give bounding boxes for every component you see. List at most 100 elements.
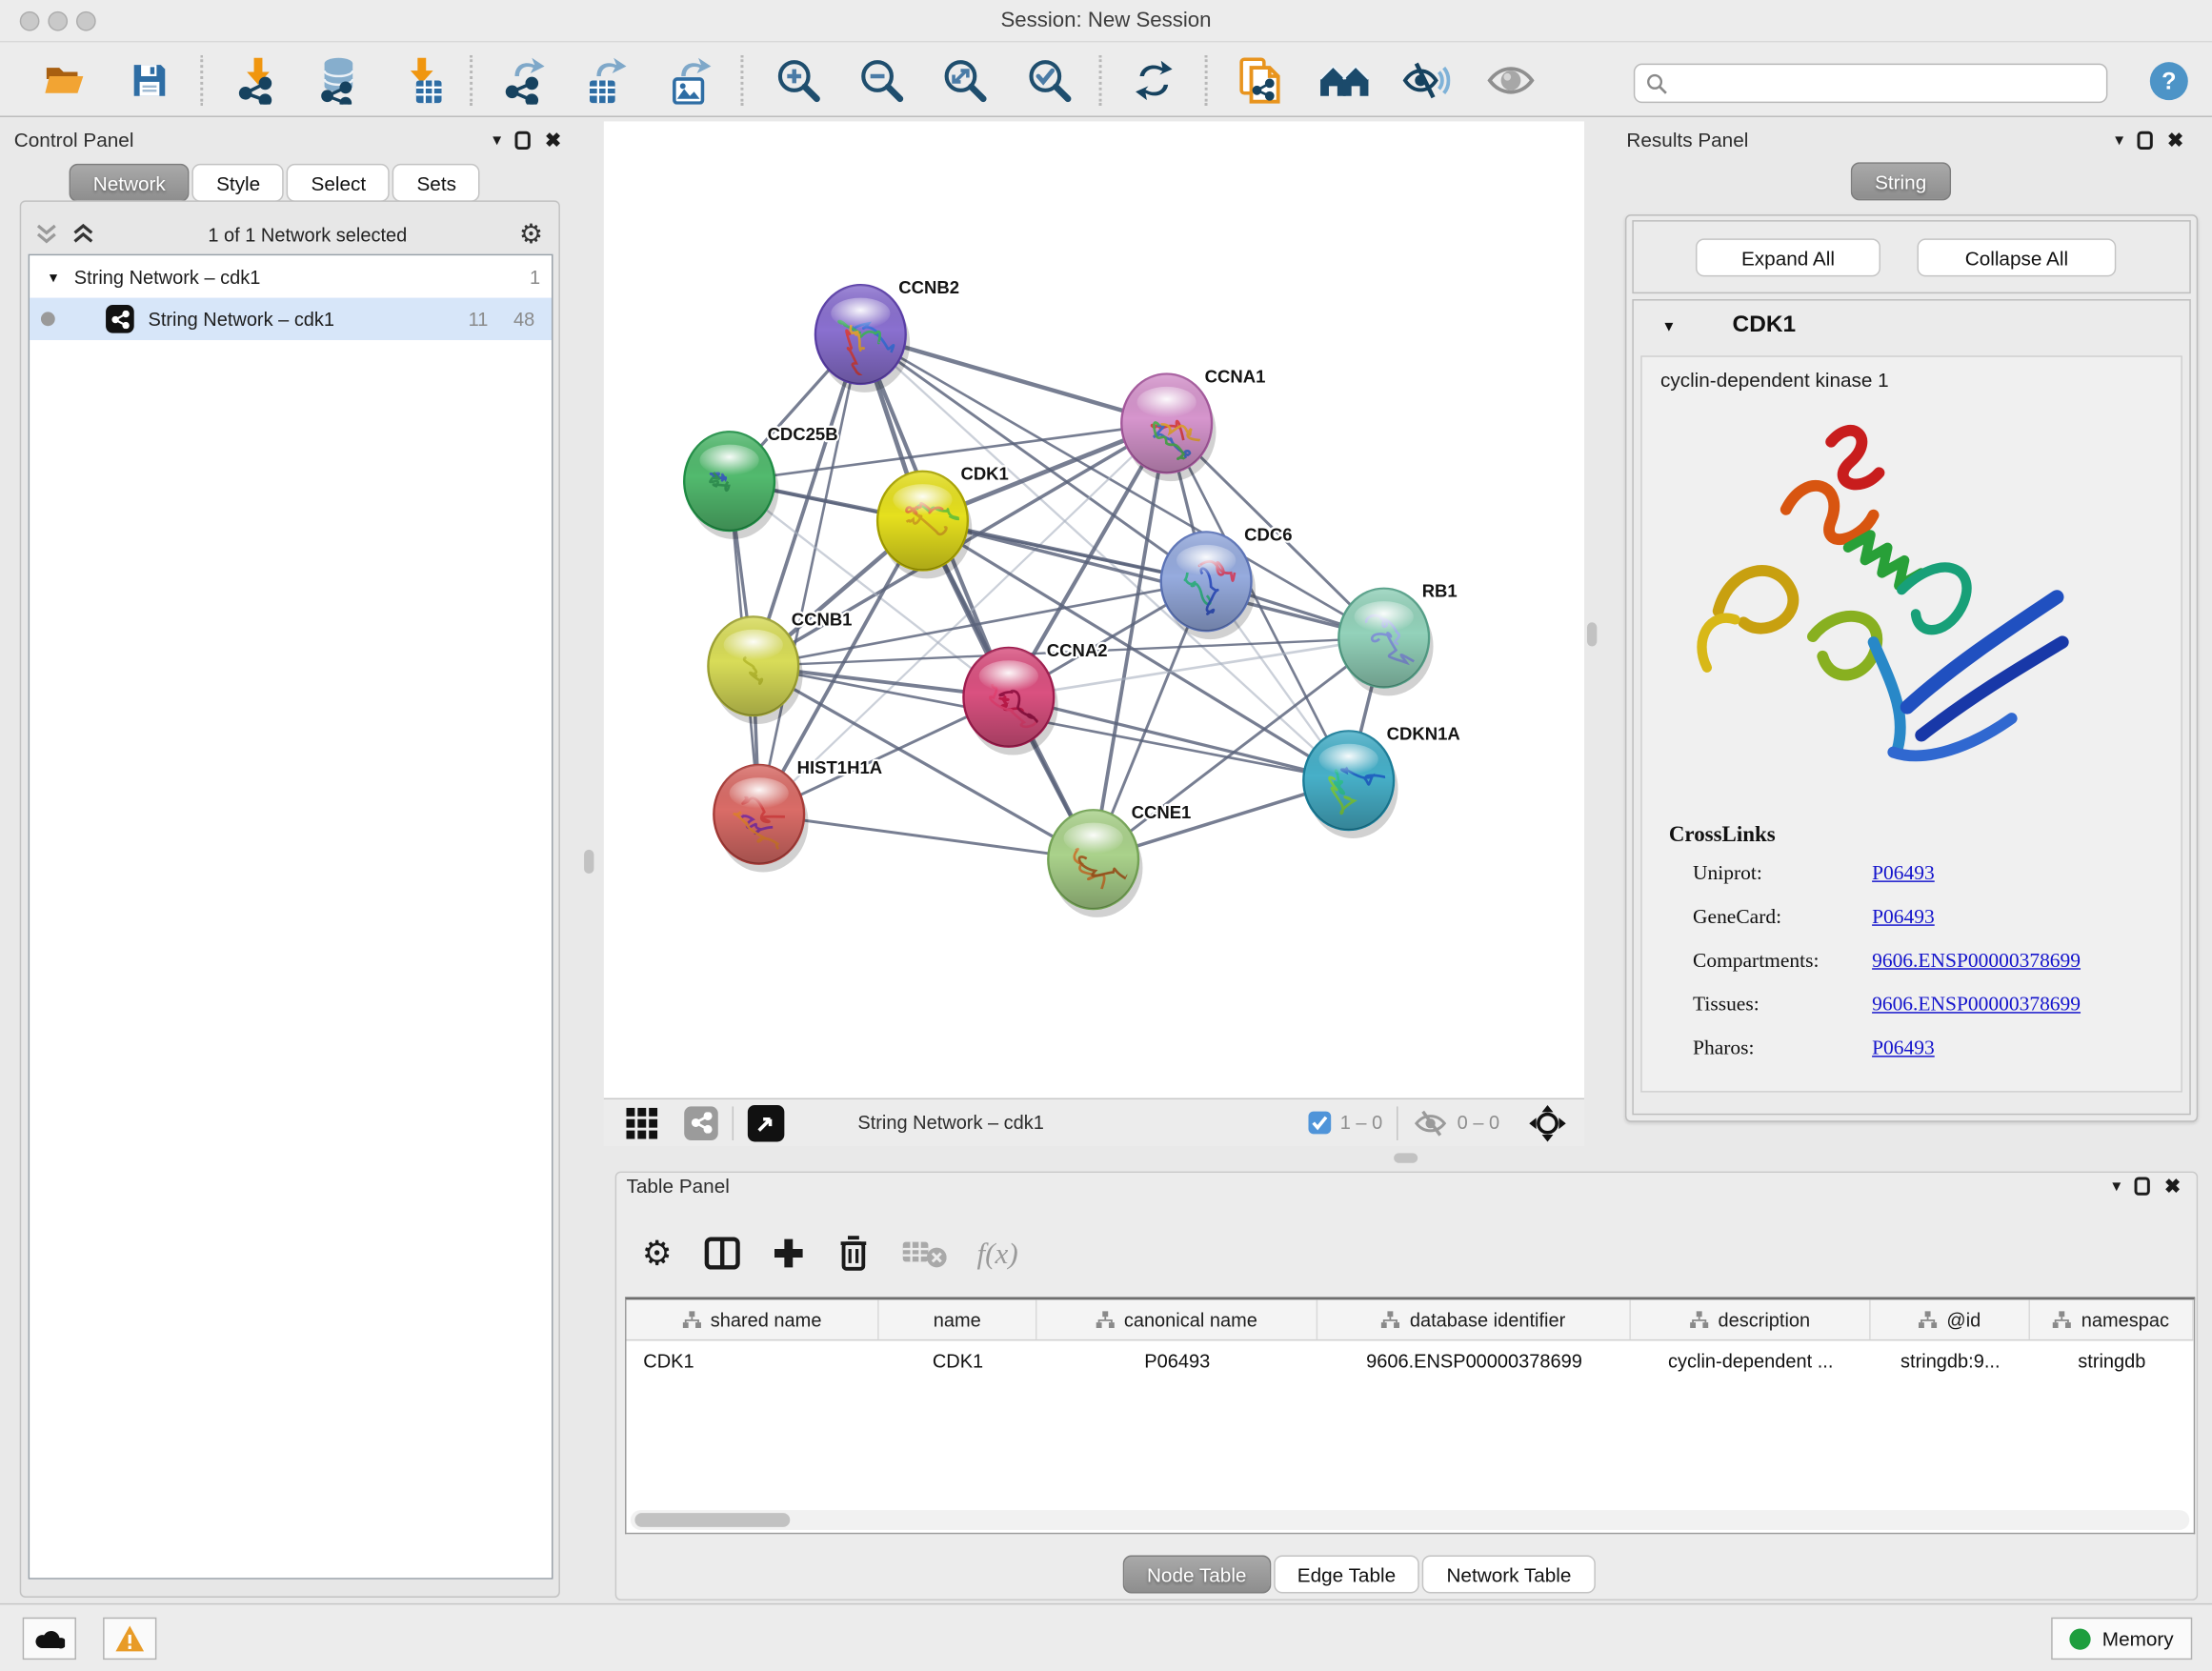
table-tabs: Node Table Edge Table Network Table [1123, 1556, 1596, 1594]
crosslink-link[interactable]: P06493 [1872, 1037, 1935, 1061]
network-edges[interactable] [730, 334, 1384, 859]
crosslink-link[interactable]: 9606.ENSP00000378699 [1872, 994, 2081, 1017]
column-header-shared-name[interactable]: shared name [627, 1299, 879, 1339]
grid-view-icon[interactable] [625, 1106, 659, 1140]
column-header-namespac[interactable]: namespac [2030, 1299, 2194, 1339]
tab-string[interactable]: String [1851, 162, 1951, 200]
export-image-button[interactable] [663, 55, 716, 106]
crosslink-label: GeneCard: [1693, 906, 1872, 930]
tree-expand-icon[interactable]: ▾ [50, 268, 57, 286]
network-node-CCNA1[interactable]: CCNA1 [1121, 366, 1265, 481]
cloud-status-button[interactable] [23, 1618, 76, 1660]
selected-checkbox-icon[interactable] [1308, 1111, 1332, 1135]
import-network-from-database-button[interactable] [312, 55, 365, 106]
tab-network-table[interactable]: Network Table [1422, 1556, 1595, 1594]
traffic-light-zoom[interactable] [76, 11, 96, 31]
column-header-canonical-name[interactable]: canonical name [1036, 1299, 1317, 1339]
traffic-light-minimize[interactable] [48, 11, 68, 31]
show-columns-icon[interactable] [703, 1235, 740, 1272]
network-share-view-icon[interactable] [684, 1106, 718, 1140]
tab-style[interactable]: Style [192, 164, 284, 202]
crosslink-link[interactable]: 9606.ENSP00000378699 [1872, 950, 2081, 974]
network-node-HIST1H1A[interactable]: HIST1H1A [714, 757, 882, 873]
save-session-button[interactable] [123, 55, 176, 106]
clone-network-button[interactable] [1233, 55, 1286, 106]
panel-float-icon[interactable] [2138, 131, 2153, 149]
bottom-splitter-handle[interactable] [1394, 1153, 1418, 1162]
panel-close-icon[interactable]: ✖ [2167, 128, 2183, 151]
table-scrollbar-thumb[interactable] [634, 1513, 790, 1527]
warnings-button[interactable] [103, 1618, 156, 1660]
network-node-CCNB1[interactable]: CCNB1 [708, 609, 852, 724]
network-node-CDC6[interactable]: CDC6 [1161, 524, 1293, 639]
zoom-fit-button[interactable] [938, 55, 992, 106]
collapse-all-button[interactable]: Collapse All [1917, 238, 2116, 276]
string-network-graph[interactable]: CCNB2CCNA1CDC25BCDK1CDC6RB1CCNB1CCNA2CDK… [604, 121, 1584, 1097]
panel-menu-icon[interactable]: ▾ [2112, 1176, 2121, 1196]
tab-sets[interactable]: Sets [392, 164, 480, 202]
table-row[interactable]: CDK1CDK1P064939606.ENSP00000378699cyclin… [627, 1340, 2194, 1381]
collapse-all-icon[interactable] [34, 223, 60, 246]
cdk1-section-header[interactable]: ▾ CDK1 [1664, 312, 2158, 338]
fit-content-crosshair-icon[interactable] [1528, 1103, 1567, 1142]
panel-close-icon[interactable]: ✖ [545, 128, 561, 151]
table-toolbar: ⚙ f(x) [642, 1225, 1018, 1281]
memory-button[interactable]: Memory [2051, 1618, 2192, 1660]
network-canvas[interactable]: CCNB2CCNA1CDC25BCDK1CDC6RB1CCNB1CCNA2CDK… [604, 121, 1584, 1097]
section-collapse-icon[interactable]: ▾ [1664, 315, 1673, 335]
column-header--id[interactable]: @id [1871, 1299, 2030, 1339]
network-collection-row[interactable]: ▾ String Network – cdk1 1 [30, 255, 552, 297]
delete-column-icon[interactable] [835, 1235, 870, 1272]
panel-close-icon[interactable]: ✖ [2164, 1174, 2181, 1198]
delete-table-icon[interactable] [901, 1238, 946, 1269]
zoom-out-button[interactable] [855, 55, 908, 106]
apply-layout-button[interactable] [1127, 55, 1180, 106]
birdseye-view-icon[interactable] [748, 1104, 785, 1141]
network-options-gear-icon[interactable]: ⚙ [519, 219, 543, 251]
zoom-in-button[interactable] [772, 55, 825, 106]
memory-label: Memory [2102, 1627, 2174, 1650]
traffic-light-close[interactable] [20, 11, 40, 31]
add-column-icon[interactable] [771, 1237, 805, 1271]
network-row[interactable]: String Network – cdk1 11 48 [30, 298, 552, 340]
show-all-button[interactable] [1484, 55, 1538, 106]
help-button[interactable]: ? [2150, 62, 2188, 100]
network-node-CCNE1[interactable]: CCNE1 [1048, 802, 1191, 917]
import-table-button[interactable] [398, 55, 452, 106]
tab-network[interactable]: Network [70, 164, 190, 202]
first-neighbors-button[interactable] [1317, 55, 1371, 106]
table-horizontal-scrollbar[interactable] [631, 1510, 2189, 1530]
column-header-name[interactable]: name [879, 1299, 1037, 1339]
network-node-CCNB2[interactable]: CCNB2 [815, 277, 959, 393]
export-network-button[interactable] [496, 55, 550, 106]
tab-node-table[interactable]: Node Table [1123, 1556, 1271, 1594]
table-cell: P06493 [1036, 1340, 1317, 1381]
hidden-eye-icon[interactable] [1412, 1109, 1449, 1137]
panel-menu-icon[interactable]: ▾ [2115, 130, 2123, 150]
crosslink-link[interactable]: P06493 [1872, 906, 1935, 930]
table-options-gear-icon[interactable]: ⚙ [642, 1234, 673, 1273]
column-header-database-identifier[interactable]: database identifier [1317, 1299, 1631, 1339]
crosslink-label: Compartments: [1693, 950, 1872, 974]
expand-all-button[interactable]: Expand All [1696, 238, 1880, 276]
right-splitter-handle[interactable] [1587, 622, 1597, 646]
tab-edge-table[interactable]: Edge Table [1274, 1556, 1420, 1594]
panel-float-icon[interactable] [515, 131, 531, 149]
expand-all-icon[interactable] [70, 223, 96, 246]
import-network-button[interactable] [231, 55, 285, 106]
zoom-selected-button[interactable] [1023, 55, 1076, 106]
network-node-CDKN1A[interactable]: CDKN1A [1303, 723, 1459, 838]
network-node-CCNA2[interactable]: CCNA2 [963, 640, 1107, 755]
column-header-description[interactable]: description [1631, 1299, 1871, 1339]
function-builder-icon[interactable]: f(x) [977, 1236, 1018, 1271]
network-node-RB1[interactable]: RB1 [1338, 581, 1457, 696]
search-input[interactable] [1676, 72, 2095, 93]
panel-float-icon[interactable] [2135, 1177, 2150, 1195]
crosslink-link[interactable]: P06493 [1872, 862, 1935, 886]
open-session-button[interactable] [38, 55, 91, 106]
left-splitter-handle[interactable] [584, 850, 593, 874]
export-table-button[interactable] [578, 55, 632, 106]
hide-selected-button[interactable] [1399, 55, 1453, 106]
tab-select[interactable]: Select [287, 164, 390, 202]
panel-menu-icon[interactable]: ▾ [493, 130, 501, 150]
